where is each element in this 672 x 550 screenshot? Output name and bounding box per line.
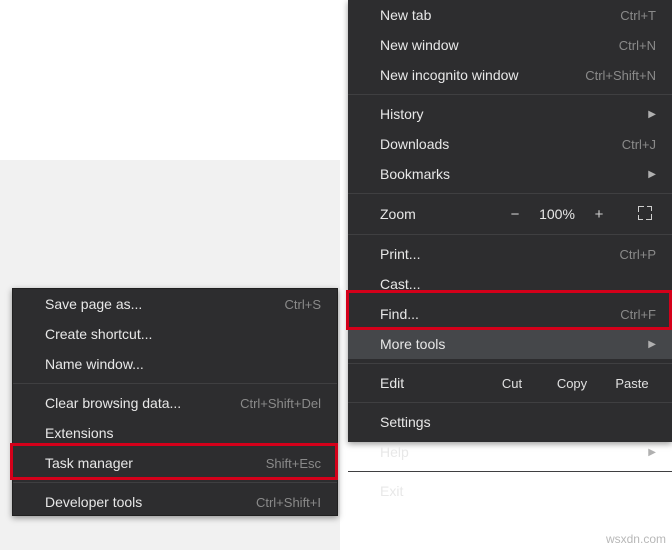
menu-item-new-tab[interactable]: New tab Ctrl+T (348, 0, 672, 30)
menu-label: Print... (380, 246, 420, 262)
menu-label: Task manager (45, 455, 133, 471)
menu-shortcut: Shift+Esc (266, 456, 321, 471)
menu-item-downloads[interactable]: Downloads Ctrl+J (348, 129, 672, 159)
menu-separator (13, 383, 337, 384)
fullscreen-icon (638, 206, 652, 220)
menu-shortcut: Ctrl+Shift+I (256, 495, 321, 510)
zoom-value: 100% (532, 206, 582, 222)
menu-label: New window (380, 37, 459, 53)
menu-item-new-window[interactable]: New window Ctrl+N (348, 30, 672, 60)
menu-shortcut: Ctrl+F (620, 307, 656, 322)
menu-item-print[interactable]: Print... Ctrl+P (348, 239, 672, 269)
watermark: wsxdn.com (606, 532, 666, 546)
menu-label: Find... (380, 306, 419, 322)
menu-shortcut: Ctrl+Shift+N (585, 68, 656, 83)
submenu-arrow-icon: ▶ (648, 109, 656, 120)
menu-item-bookmarks[interactable]: Bookmarks ▶ (348, 159, 672, 189)
menu-label: Developer tools (45, 494, 142, 510)
menu-separator (348, 363, 672, 364)
zoom-in-button[interactable]: + (582, 206, 616, 223)
menu-shortcut: Ctrl+Shift+Del (240, 396, 321, 411)
menu-item-cast[interactable]: Cast... (348, 269, 672, 299)
zoom-label: Zoom (380, 206, 498, 222)
menu-label: New incognito window (380, 67, 519, 83)
fullscreen-button[interactable] (628, 206, 662, 223)
menu-label: Extensions (45, 425, 113, 441)
more-tools-submenu: Save page as... Ctrl+S Create shortcut..… (12, 288, 338, 516)
copy-button[interactable]: Copy (542, 376, 602, 391)
menu-label: Settings (380, 414, 431, 430)
menu-separator (348, 193, 672, 194)
menu-item-edit: Edit Cut Copy Paste (348, 368, 672, 398)
menu-label: Name window... (45, 356, 144, 372)
zoom-controls: − 100% + (498, 206, 662, 223)
submenu-item-extensions[interactable]: Extensions (13, 418, 337, 448)
submenu-item-save-page[interactable]: Save page as... Ctrl+S (13, 289, 337, 319)
menu-shortcut: Ctrl+N (619, 38, 656, 53)
menu-item-history[interactable]: History ▶ (348, 99, 672, 129)
menu-item-more-tools[interactable]: More tools ▶ (348, 329, 672, 359)
menu-label: Cast... (380, 276, 420, 292)
main-menu: New tab Ctrl+T New window Ctrl+N New inc… (348, 0, 672, 442)
menu-item-help[interactable]: Help ▶ (348, 437, 672, 467)
menu-separator (348, 94, 672, 95)
menu-shortcut: Ctrl+S (285, 297, 321, 312)
submenu-item-developer-tools[interactable]: Developer tools Ctrl+Shift+I (13, 487, 337, 517)
submenu-arrow-icon: ▶ (648, 169, 656, 180)
menu-item-zoom: Zoom − 100% + (348, 198, 672, 230)
edit-label: Edit (380, 375, 482, 391)
menu-label: Help (380, 444, 409, 460)
paste-button[interactable]: Paste (602, 376, 662, 391)
menu-label: Exit (380, 483, 403, 499)
menu-label: More tools (380, 336, 445, 352)
submenu-item-name-window[interactable]: Name window... (13, 349, 337, 379)
menu-separator (13, 482, 337, 483)
submenu-item-clear-browsing[interactable]: Clear browsing data... Ctrl+Shift+Del (13, 388, 337, 418)
menu-separator (348, 471, 672, 472)
menu-shortcut: Ctrl+J (622, 137, 656, 152)
submenu-item-task-manager[interactable]: Task manager Shift+Esc (13, 448, 337, 478)
menu-item-new-incognito[interactable]: New incognito window Ctrl+Shift+N (348, 60, 672, 90)
menu-shortcut: Ctrl+T (620, 8, 656, 23)
submenu-arrow-icon: ▶ (648, 447, 656, 458)
menu-label: Save page as... (45, 296, 142, 312)
menu-item-find[interactable]: Find... Ctrl+F (348, 299, 672, 329)
submenu-item-create-shortcut[interactable]: Create shortcut... (13, 319, 337, 349)
menu-label: New tab (380, 7, 431, 23)
menu-label: Clear browsing data... (45, 395, 181, 411)
menu-label: Bookmarks (380, 166, 450, 182)
menu-separator (348, 402, 672, 403)
cut-button[interactable]: Cut (482, 376, 542, 391)
menu-label: Create shortcut... (45, 326, 152, 342)
menu-item-exit[interactable]: Exit (348, 476, 672, 506)
menu-shortcut: Ctrl+P (620, 247, 656, 262)
menu-item-settings[interactable]: Settings (348, 407, 672, 437)
menu-separator (348, 234, 672, 235)
menu-label: Downloads (380, 136, 449, 152)
submenu-arrow-icon: ▶ (648, 339, 656, 350)
menu-label: History (380, 106, 424, 122)
zoom-out-button[interactable]: − (498, 206, 532, 223)
